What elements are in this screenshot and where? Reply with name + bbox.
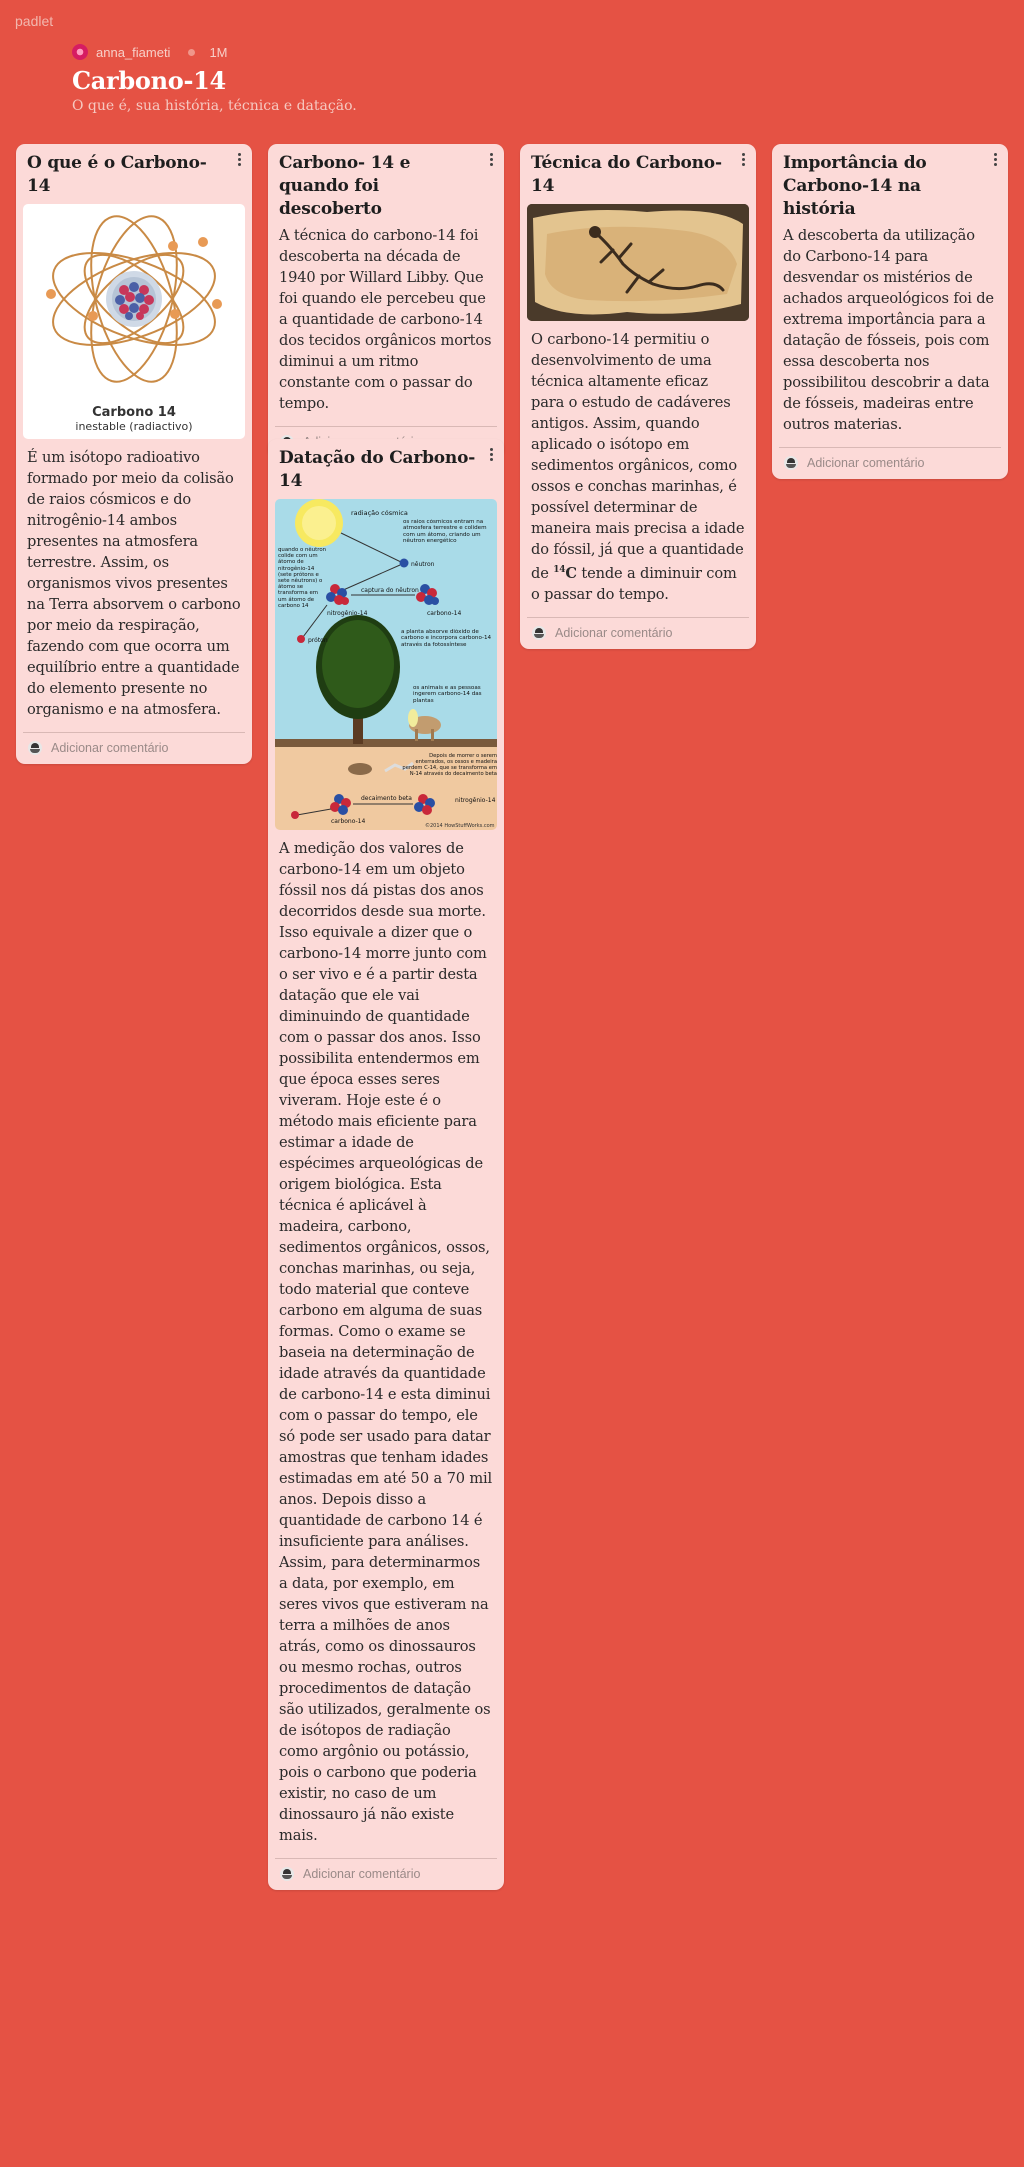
diagram-label: Depois de morrer o serem enterrados, os … <box>402 753 497 777</box>
add-comment-placeholder[interactable]: Adicionar comentário <box>303 1867 420 1881</box>
board-subtitle: O que é, sua história, técnica e datação… <box>72 98 357 114</box>
user-avatar-icon <box>532 625 546 640</box>
atom-illustration: Carbono 14 inestable (radiactivo) <box>46 215 222 433</box>
post-menu-icon[interactable] <box>486 447 496 463</box>
diagram-label: próton <box>308 637 328 644</box>
post-title: Carbono- 14 e quando foi descoberto <box>279 153 411 219</box>
atom-caption-subtitle: inestable (radiactivo) <box>75 420 192 433</box>
user-avatar-icon <box>28 741 42 755</box>
add-comment-field[interactable]: Adicionar comentário <box>275 1858 497 1890</box>
fossil-photo <box>527 204 749 321</box>
fossil-image[interactable] <box>527 204 749 321</box>
user-avatar-icon <box>280 1867 294 1881</box>
add-comment-placeholder[interactable]: Adicionar comentário <box>555 626 672 640</box>
post-card-importancia[interactable]: Importância do Carbono-14 na história A … <box>772 144 1008 479</box>
post-menu-icon[interactable] <box>738 152 748 168</box>
board-meta: anna_fiameti 1M <box>72 44 772 60</box>
dating-diagram-image[interactable]: radiação cósmica os raios cósmicos entra… <box>275 499 497 830</box>
diagram-label: os animais e as pessoas ingerem carbono-… <box>413 685 482 704</box>
post-body: A técnica do carbono-14 foi descoberta n… <box>279 227 492 412</box>
diagram-label: os raios cósmicos entram na atmosfera te… <box>403 519 487 545</box>
board-age: 1M <box>209 44 228 60</box>
post-body: É um isótopo radioativo formado por meio… <box>27 449 241 718</box>
post-title: Importância do Carbono-14 na história <box>783 153 927 219</box>
post-menu-icon[interactable] <box>990 152 1000 168</box>
diagram-label: a planta absorve dióxido de carbono e in… <box>401 629 492 648</box>
diagram-label: carbono-14 <box>331 818 365 825</box>
user-avatar-icon <box>784 456 798 470</box>
post-menu-icon[interactable] <box>234 152 244 168</box>
post-card-descoberta[interactable]: Carbono- 14 e quando foi descoberto A té… <box>268 144 504 458</box>
post-title: O que é o Carbono-14 <box>27 153 207 196</box>
diagram-label: captura do nêutron <box>361 587 419 594</box>
add-comment-field[interactable]: Adicionar comentário <box>779 447 1001 479</box>
add-comment-field[interactable]: Adicionar comentário <box>23 732 245 764</box>
carbon-cycle-diagram: radiação cósmica os raios cósmicos entra… <box>275 499 497 830</box>
author-name[interactable]: anna_fiameti <box>96 45 170 60</box>
post-card-tecnica[interactable]: Técnica do Carbono-14 O carbono-14 permi… <box>520 144 756 649</box>
diagram-label: quando o nêutron colide com um átomo de … <box>278 547 327 609</box>
post-card-datacao[interactable]: Datação do Carbono-14 radiação cósmica o… <box>268 439 504 1890</box>
author-avatar[interactable] <box>72 44 88 60</box>
post-title: Técnica do Carbono-14 <box>531 153 722 196</box>
diagram-label: carbono-14 <box>427 610 461 617</box>
post-body: O carbono-14 permitiu o desenvolvimento … <box>520 321 756 605</box>
diagram-copyright: ©2014 HowStuffWorks.com <box>425 822 495 829</box>
post-title: Datação do Carbono-14 <box>279 448 476 491</box>
post-body: A descoberta da utilização do Carbono-14… <box>783 227 994 433</box>
atom-caption-title: Carbono 14 <box>92 405 176 420</box>
post-card-o-que-e[interactable]: O que é o Carbono-14 Carbono 14 inestabl… <box>16 144 252 764</box>
add-comment-placeholder[interactable]: Adicionar comentário <box>51 741 168 755</box>
post-body: A medição dos valores de carbono-14 em u… <box>279 840 493 1844</box>
atom-image[interactable]: Carbono 14 inestable (radiactivo) <box>23 204 245 439</box>
padlet-logo[interactable]: padlet <box>15 13 53 29</box>
diagram-label: nitrogênio-14 <box>455 797 496 804</box>
board-header: anna_fiameti 1M Carbono-14 O que é, sua … <box>72 44 772 114</box>
isotope-superscript: 14 <box>553 565 566 575</box>
add-comment-field[interactable]: Adicionar comentário <box>527 616 749 649</box>
post-body-text: O carbono-14 permitiu o desenvolvimento … <box>531 331 745 582</box>
isotope-symbol: C <box>565 564 577 582</box>
diagram-label: nêutron <box>411 561 435 568</box>
diagram-label: nitrogênio-14 <box>327 610 368 617</box>
separator-dot-icon <box>188 48 196 56</box>
post-menu-icon[interactable] <box>486 152 496 168</box>
diagram-label: radiação cósmica <box>351 509 408 517</box>
board-title: Carbono-14 <box>72 66 226 95</box>
add-comment-placeholder[interactable]: Adicionar comentário <box>807 456 924 470</box>
diagram-label: decaimento beta <box>361 795 412 802</box>
